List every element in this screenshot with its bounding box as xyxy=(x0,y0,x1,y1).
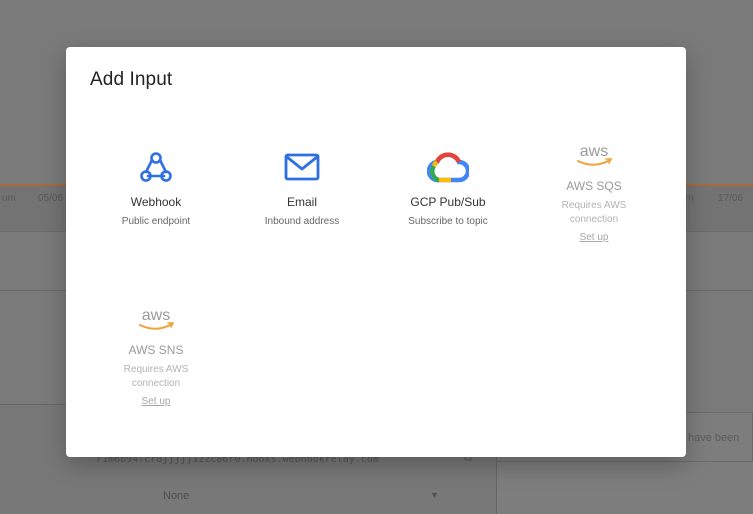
aws-icon: aws xyxy=(139,307,175,330)
background-select-value: None xyxy=(163,490,190,502)
option-description: Public endpoint xyxy=(121,216,191,227)
add-input-dialog: Add Input Webhook Public endpoint Email … xyxy=(66,47,686,457)
webhook-icon xyxy=(140,152,172,182)
option-description: Requires AWS connection xyxy=(561,200,627,225)
input-option-aws-sqs[interactable]: aws AWS SQS Requires AWS connection Set … xyxy=(524,139,664,245)
option-description: Requires AWS connection xyxy=(123,364,189,389)
axis-tick: um xyxy=(2,193,16,204)
option-name: AWS SNS xyxy=(128,343,184,357)
aws-icon: aws xyxy=(577,143,613,166)
email-icon xyxy=(284,153,320,181)
setup-link[interactable]: Set up xyxy=(580,232,609,243)
svg-text:aws: aws xyxy=(580,143,608,160)
input-option-webhook[interactable]: Webhook Public endpoint xyxy=(86,147,226,229)
axis-tick: 05/06 xyxy=(38,193,64,204)
gcp-icon xyxy=(427,152,469,183)
input-option-gcp-pubsub[interactable]: GCP Pub/Sub Subscribe to topic xyxy=(378,147,518,229)
option-name: Webhook xyxy=(130,195,182,209)
option-name: GCP Pub/Sub xyxy=(410,195,486,209)
option-name: Email xyxy=(286,195,317,209)
option-description: Subscribe to topic xyxy=(408,216,488,227)
option-description: Inbound address xyxy=(264,216,340,227)
input-option-email[interactable]: Email Inbound address xyxy=(232,147,372,229)
background-input-hint: have been xyxy=(688,432,740,444)
input-option-aws-sns[interactable]: aws AWS SNS Requires AWS connection Set … xyxy=(86,303,226,409)
chevron-down-icon: ▼ xyxy=(430,490,439,500)
svg-text:aws: aws xyxy=(142,307,170,324)
dialog-title: Add Input xyxy=(90,69,173,90)
axis-tick: 17/06 xyxy=(718,193,744,204)
setup-link[interactable]: Set up xyxy=(142,396,171,407)
option-name: AWS SQS xyxy=(566,179,622,193)
